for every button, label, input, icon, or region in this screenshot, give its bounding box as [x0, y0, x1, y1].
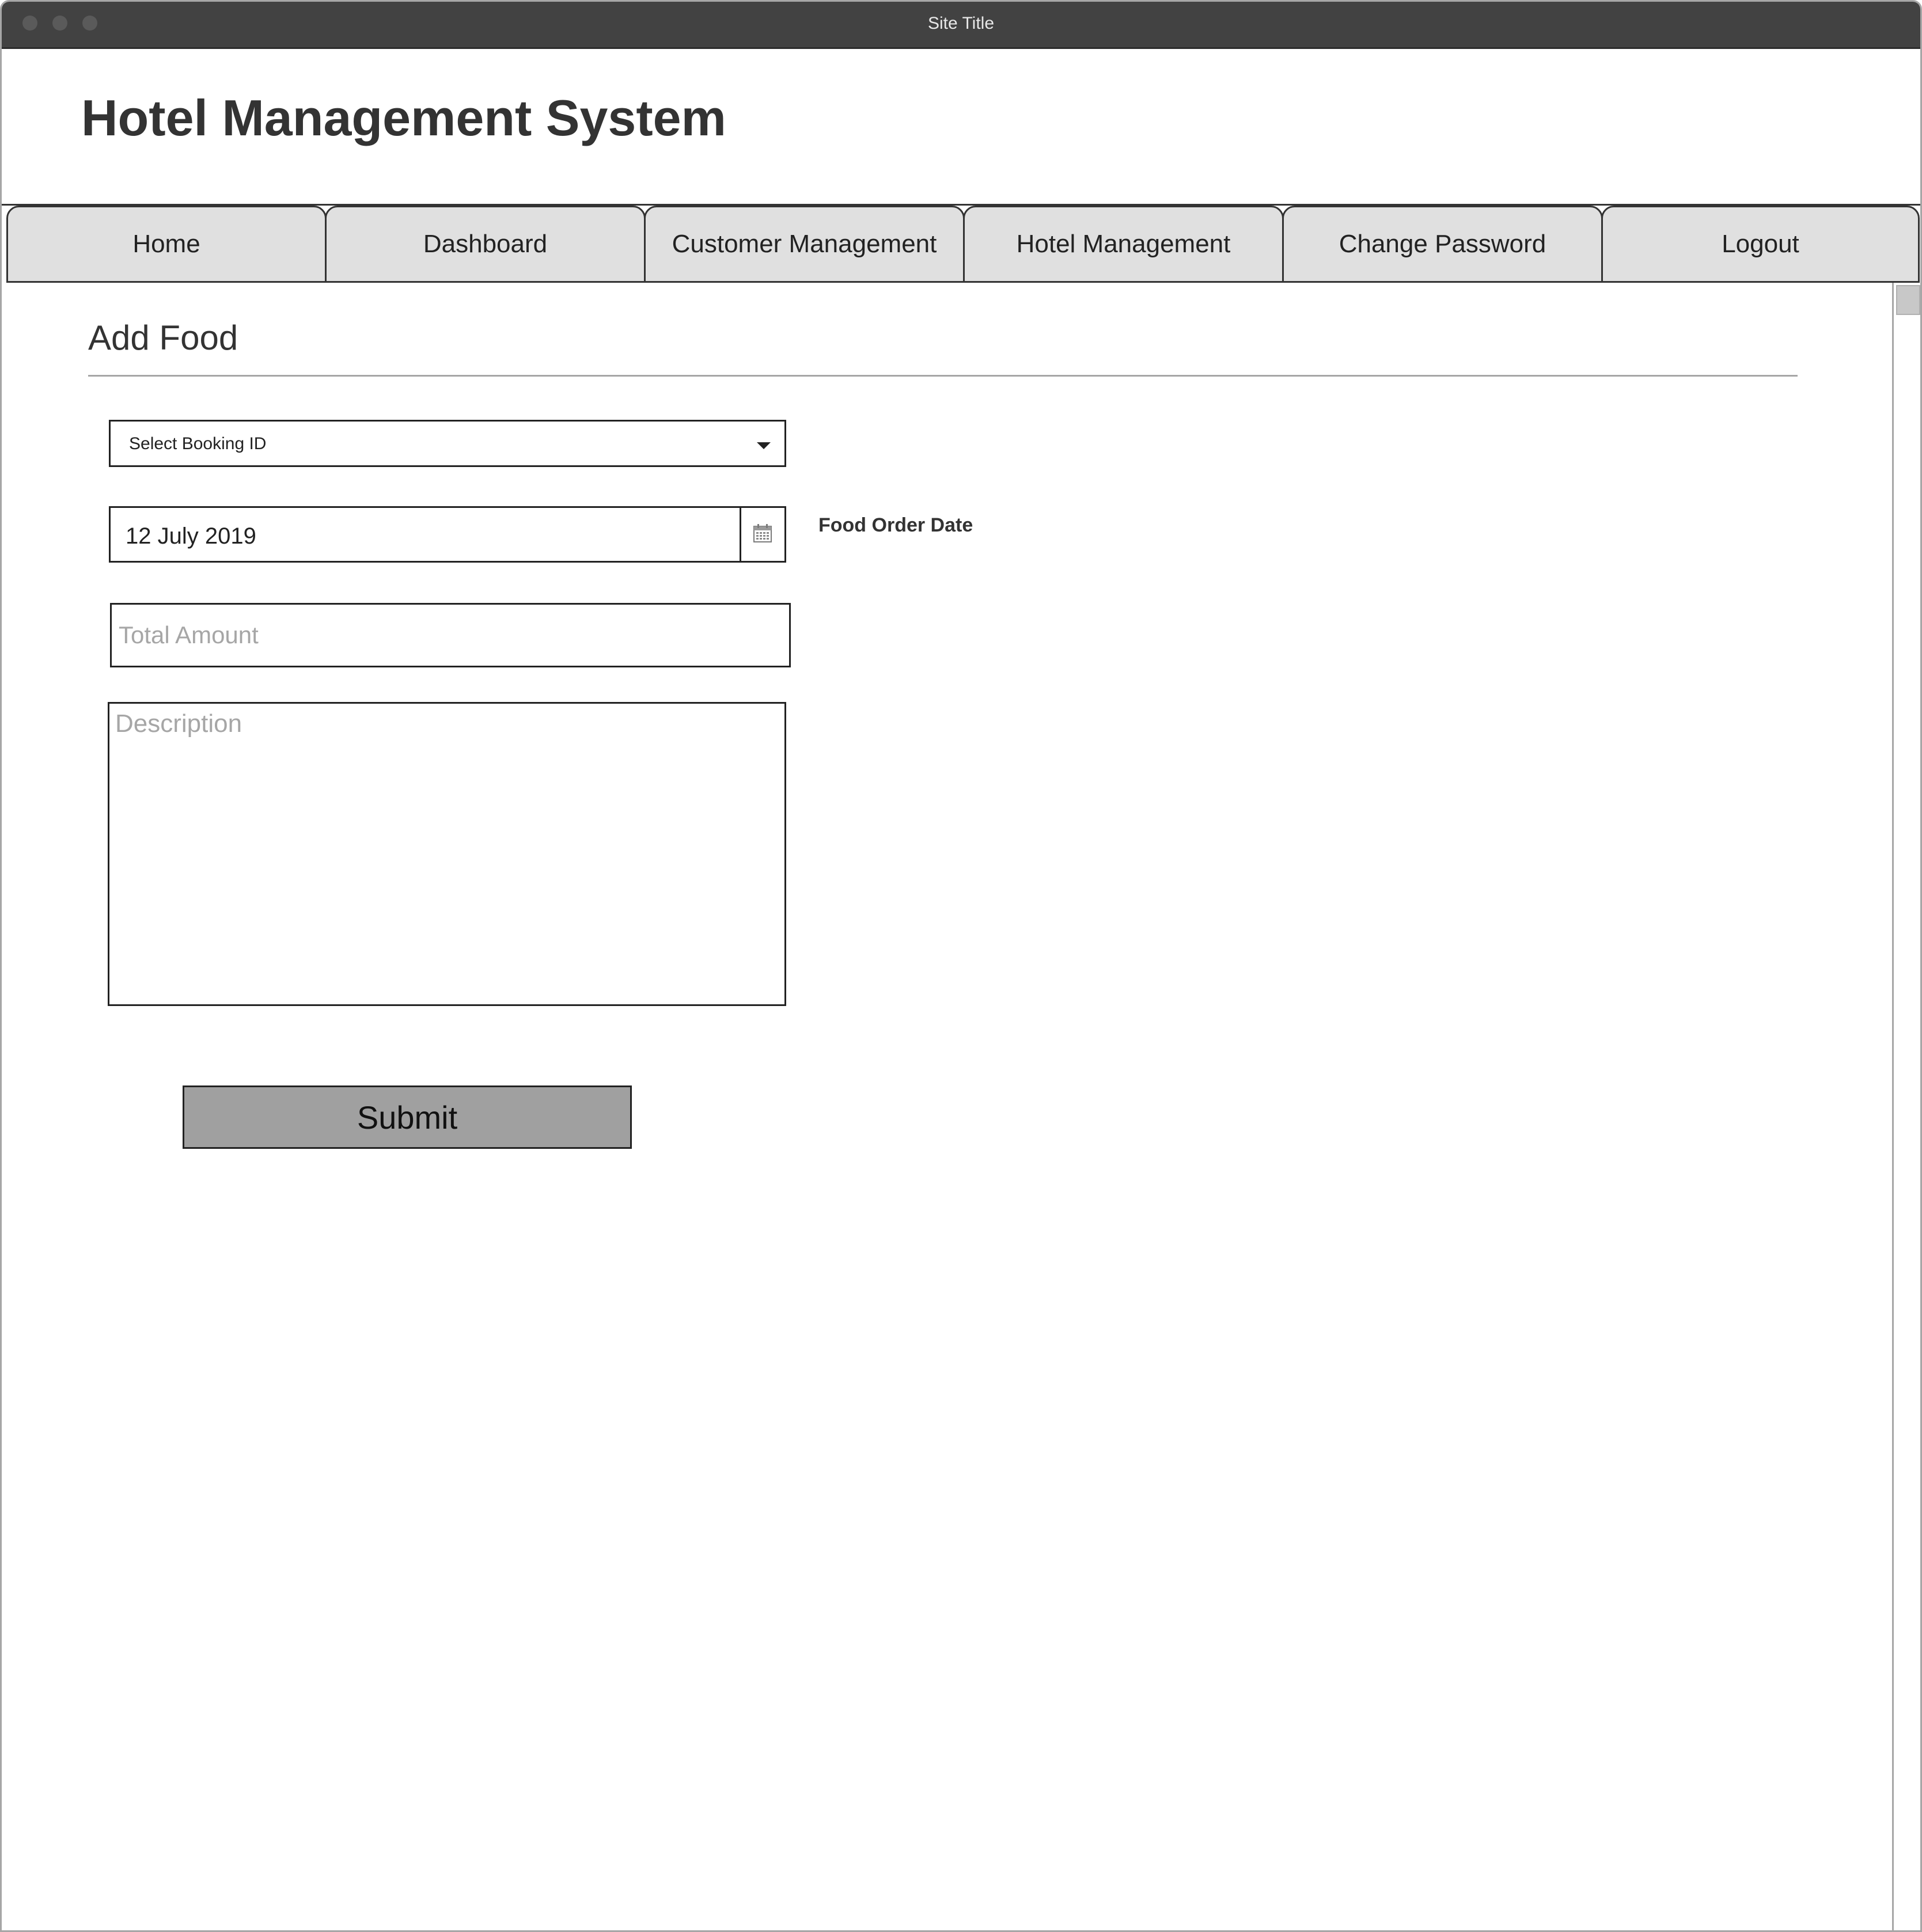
tab-customer-management[interactable]: Customer Management — [644, 206, 965, 283]
title-divider — [88, 375, 1798, 377]
vertical-scrollbar[interactable] — [1892, 283, 1920, 1930]
tab-hotel-management[interactable]: Hotel Management — [963, 206, 1284, 283]
window-title-bar: Site Title — [2, 2, 1920, 49]
window-title: Site Title — [927, 14, 995, 33]
calendar-icon — [753, 524, 772, 542]
app-header: Hotel Management System — [2, 49, 1920, 206]
page-title: Add Food — [88, 318, 238, 357]
app-title: Hotel Management System — [81, 89, 726, 146]
total-amount-input[interactable] — [110, 603, 791, 667]
food-order-date-label: Food Order Date — [818, 514, 973, 536]
booking-id-select-value: Select Booking ID — [129, 434, 267, 453]
food-order-date-value: 12 July 2019 — [126, 523, 256, 549]
tab-change-password[interactable]: Change Password — [1282, 206, 1603, 283]
tab-dashboard[interactable]: Dashboard — [325, 206, 646, 283]
scrollbar-thumb[interactable] — [1896, 285, 1920, 315]
chevron-down-icon — [757, 442, 771, 449]
main-nav: Home Dashboard Customer Management Hotel… — [6, 206, 1920, 283]
booking-id-select[interactable]: Select Booking ID — [109, 420, 786, 467]
description-textarea[interactable] — [108, 702, 786, 1006]
calendar-button[interactable] — [740, 508, 784, 561]
submit-button[interactable]: Submit — [183, 1085, 632, 1149]
food-order-date-field[interactable]: 12 July 2019 — [109, 506, 786, 563]
tab-home[interactable]: Home — [6, 206, 327, 283]
tab-logout[interactable]: Logout — [1601, 206, 1920, 283]
browser-window: Site Title Hotel Management System Home … — [0, 0, 1922, 1932]
